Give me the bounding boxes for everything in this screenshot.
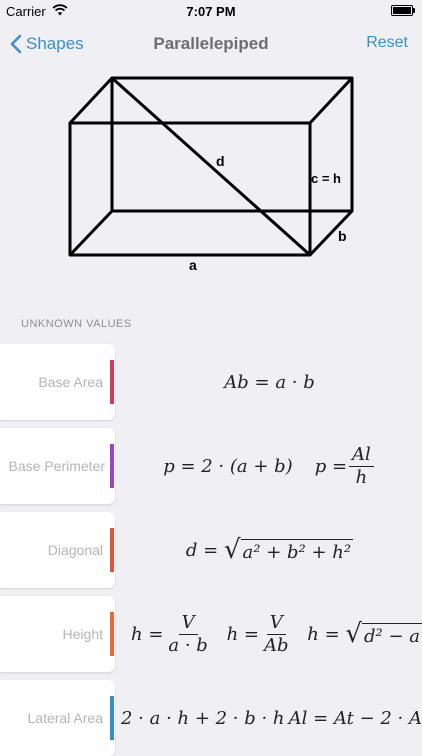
width-label: a xyxy=(189,257,197,273)
formula-part: p = 2 · (a + b) xyxy=(163,455,293,477)
row-label: Height xyxy=(62,626,103,642)
row-base-perimeter[interactable]: Base Perimeter p = 2 · (a + b) p = Al h xyxy=(0,428,422,504)
radicand: a² + b² + h² xyxy=(240,539,354,563)
formula-part: p = xyxy=(314,455,348,477)
row-height[interactable]: Height h = V a · b h = V Ab h = √ d² − a xyxy=(0,596,422,672)
row-label: Base Perimeter xyxy=(8,458,105,474)
numerator: V xyxy=(266,612,286,635)
row-card[interactable]: Diagonal xyxy=(0,512,115,588)
numerator: Al xyxy=(349,444,374,467)
page-title: Parallelepiped xyxy=(153,34,269,53)
color-indicator xyxy=(110,696,114,740)
formula-part: h = xyxy=(131,623,164,645)
reset-button[interactable]: Reset xyxy=(366,34,408,52)
formula-diagonal: d = √ a² + b² + h² xyxy=(117,512,422,588)
square-root: √ d² − a xyxy=(345,619,422,649)
formula-lhs: d = xyxy=(185,539,219,561)
row-lateral-area[interactable]: Lateral Area 2 · a · h + 2 · b · h Al = … xyxy=(0,680,422,756)
color-indicator xyxy=(110,360,114,404)
formula-lateral-area: 2 · a · h + 2 · b · h Al = At − 2 · A xyxy=(117,680,422,756)
denominator: Ab xyxy=(263,634,289,656)
radicand: d² − a xyxy=(361,623,422,647)
height-label: c = h xyxy=(311,171,341,186)
battery-icon xyxy=(391,5,415,16)
navigation-bar: Shapes Parallelepiped Reset xyxy=(0,22,422,66)
status-bar: Carrier 7:07 PM xyxy=(0,0,422,22)
formula-part: h = xyxy=(307,623,340,645)
row-card[interactable]: Base Perimeter xyxy=(0,428,115,504)
square-root: √ a² + b² + h² xyxy=(223,535,354,565)
parallelepiped-diagram: d c = h b a xyxy=(68,76,354,273)
diagonal-label: d xyxy=(216,153,225,169)
row-label: Lateral Area xyxy=(27,710,104,726)
row-diagonal[interactable]: Diagonal d = √ a² + b² + h² xyxy=(0,512,422,588)
color-indicator xyxy=(110,444,114,488)
formula-rhs: a · b xyxy=(275,371,315,393)
denominator: h xyxy=(355,466,368,488)
equals-sign: = xyxy=(248,371,276,393)
row-card[interactable]: Height xyxy=(0,596,115,672)
row-card[interactable]: Base Area xyxy=(0,344,115,420)
formula-base-perimeter: p = 2 · (a + b) p = Al h xyxy=(117,428,422,504)
color-indicator xyxy=(110,528,114,572)
formula-part: h = xyxy=(226,623,259,645)
color-indicator xyxy=(110,612,114,656)
formula-part: Al = At − 2 · A xyxy=(288,707,422,729)
formula-base-area: Ab = a · b xyxy=(117,344,422,420)
depth-label: b xyxy=(338,228,347,244)
clock: 7:07 PM xyxy=(186,4,236,19)
fraction: Al h xyxy=(349,444,374,489)
formula-height: h = V a · b h = V Ab h = √ d² − a xyxy=(117,596,422,672)
fraction: V a · b xyxy=(165,612,210,657)
section-header: UNKNOWN VALUES xyxy=(21,318,132,330)
row-card[interactable]: Lateral Area xyxy=(0,680,115,756)
denominator: a · b xyxy=(168,634,208,656)
formula-part: 2 · a · h + 2 · b · h xyxy=(121,707,285,729)
formula-lhs: Ab xyxy=(224,371,249,393)
row-base-area[interactable]: Base Area Ab = a · b xyxy=(0,344,422,420)
row-label: Diagonal xyxy=(47,542,103,558)
fraction: V Ab xyxy=(261,612,292,657)
numerator: V xyxy=(178,612,198,635)
row-label: Base Area xyxy=(38,374,103,390)
